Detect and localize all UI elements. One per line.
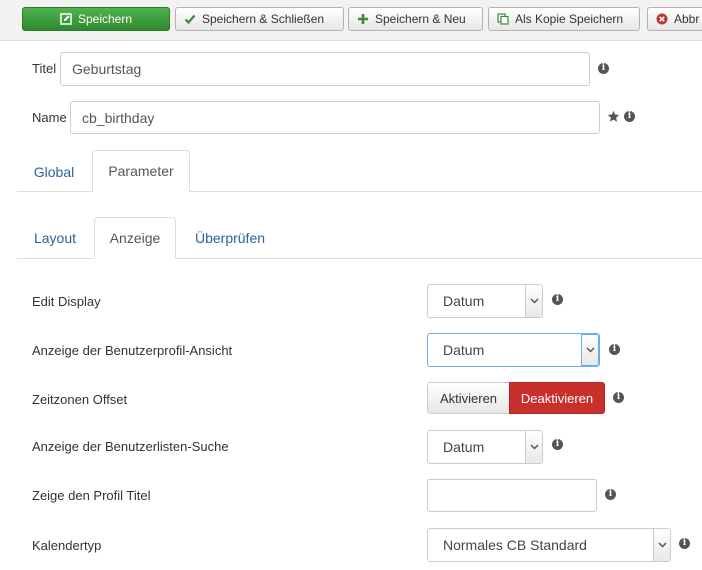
timezone-activate-button[interactable]: Aktivieren (427, 382, 509, 414)
tab-parameter[interactable]: Parameter (92, 150, 190, 192)
profile-view-value: Datum (443, 342, 485, 358)
edit-icon (60, 13, 72, 25)
info-icon[interactable]: i (624, 111, 635, 122)
cancel-label: Abbr (674, 12, 700, 26)
timezone-deactivate-button[interactable]: Deaktivieren (509, 382, 605, 414)
save-copy-label: Als Kopie Speichern (515, 12, 624, 26)
tab-global[interactable]: Global (18, 152, 90, 192)
profile-view-select[interactable]: Datum (427, 333, 600, 367)
calendar-type-value: Normales CB Standard (443, 537, 587, 553)
profile-title-label: Zeige den Profil Titel (32, 488, 151, 503)
edit-display-value: Datum (443, 293, 485, 309)
cancel-button[interactable]: Abbr (647, 7, 702, 31)
profile-view-label: Anzeige der Benutzerprofil-Ansicht (32, 343, 233, 358)
name-label: Name (32, 110, 67, 125)
save-new-button[interactable]: Speichern & Neu (348, 7, 483, 31)
tab-layout[interactable]: Layout (18, 218, 92, 258)
info-icon[interactable]: i (679, 538, 690, 549)
save-button-label: Speichern (77, 12, 133, 26)
userlist-search-value: Datum (443, 439, 485, 455)
info-icon[interactable]: i (598, 63, 609, 74)
toolbar: Speichern Speichern & Schließen Speicher… (0, 0, 702, 41)
title-input[interactable]: Geburtstag (60, 52, 590, 86)
calendar-type-select[interactable]: Normales CB Standard (427, 528, 671, 562)
name-input[interactable]: cb_birthday (70, 101, 600, 134)
calendar-type-label: Kalendertyp (32, 538, 102, 553)
copy-icon (497, 13, 509, 25)
userlist-search-select[interactable]: Datum (427, 430, 543, 464)
edit-display-label: Edit Display (32, 294, 101, 309)
timezone-label: Zeitzonen Offset (32, 392, 128, 407)
chevron-down-icon (653, 529, 670, 561)
info-icon[interactable]: i (613, 392, 624, 403)
save-button[interactable]: Speichern (22, 7, 170, 31)
plus-icon (357, 13, 369, 25)
info-icon[interactable]: i (552, 294, 563, 305)
chevron-down-icon (525, 431, 542, 463)
save-new-label: Speichern & Neu (375, 12, 466, 26)
save-close-button[interactable]: Speichern & Schließen (175, 7, 344, 31)
star-icon (607, 110, 620, 123)
tab-anzeige[interactable]: Anzeige (94, 217, 176, 259)
userlist-search-label: Anzeige der Benutzerlisten-Suche (32, 439, 229, 454)
profile-title-input[interactable] (427, 479, 597, 512)
tab-ueberpruefen[interactable]: Überprüfen (180, 218, 280, 258)
chevron-down-icon (525, 285, 542, 317)
chevron-down-icon (581, 334, 599, 366)
save-copy-button[interactable]: Als Kopie Speichern (488, 7, 640, 31)
info-icon[interactable]: i (605, 489, 616, 500)
edit-display-select[interactable]: Datum (427, 284, 543, 318)
info-icon[interactable]: i (552, 439, 563, 450)
check-icon (184, 13, 196, 25)
save-close-label: Speichern & Schließen (202, 12, 325, 26)
info-icon[interactable]: i (609, 344, 620, 355)
title-label: Titel (32, 61, 57, 76)
cancel-icon (656, 13, 668, 25)
